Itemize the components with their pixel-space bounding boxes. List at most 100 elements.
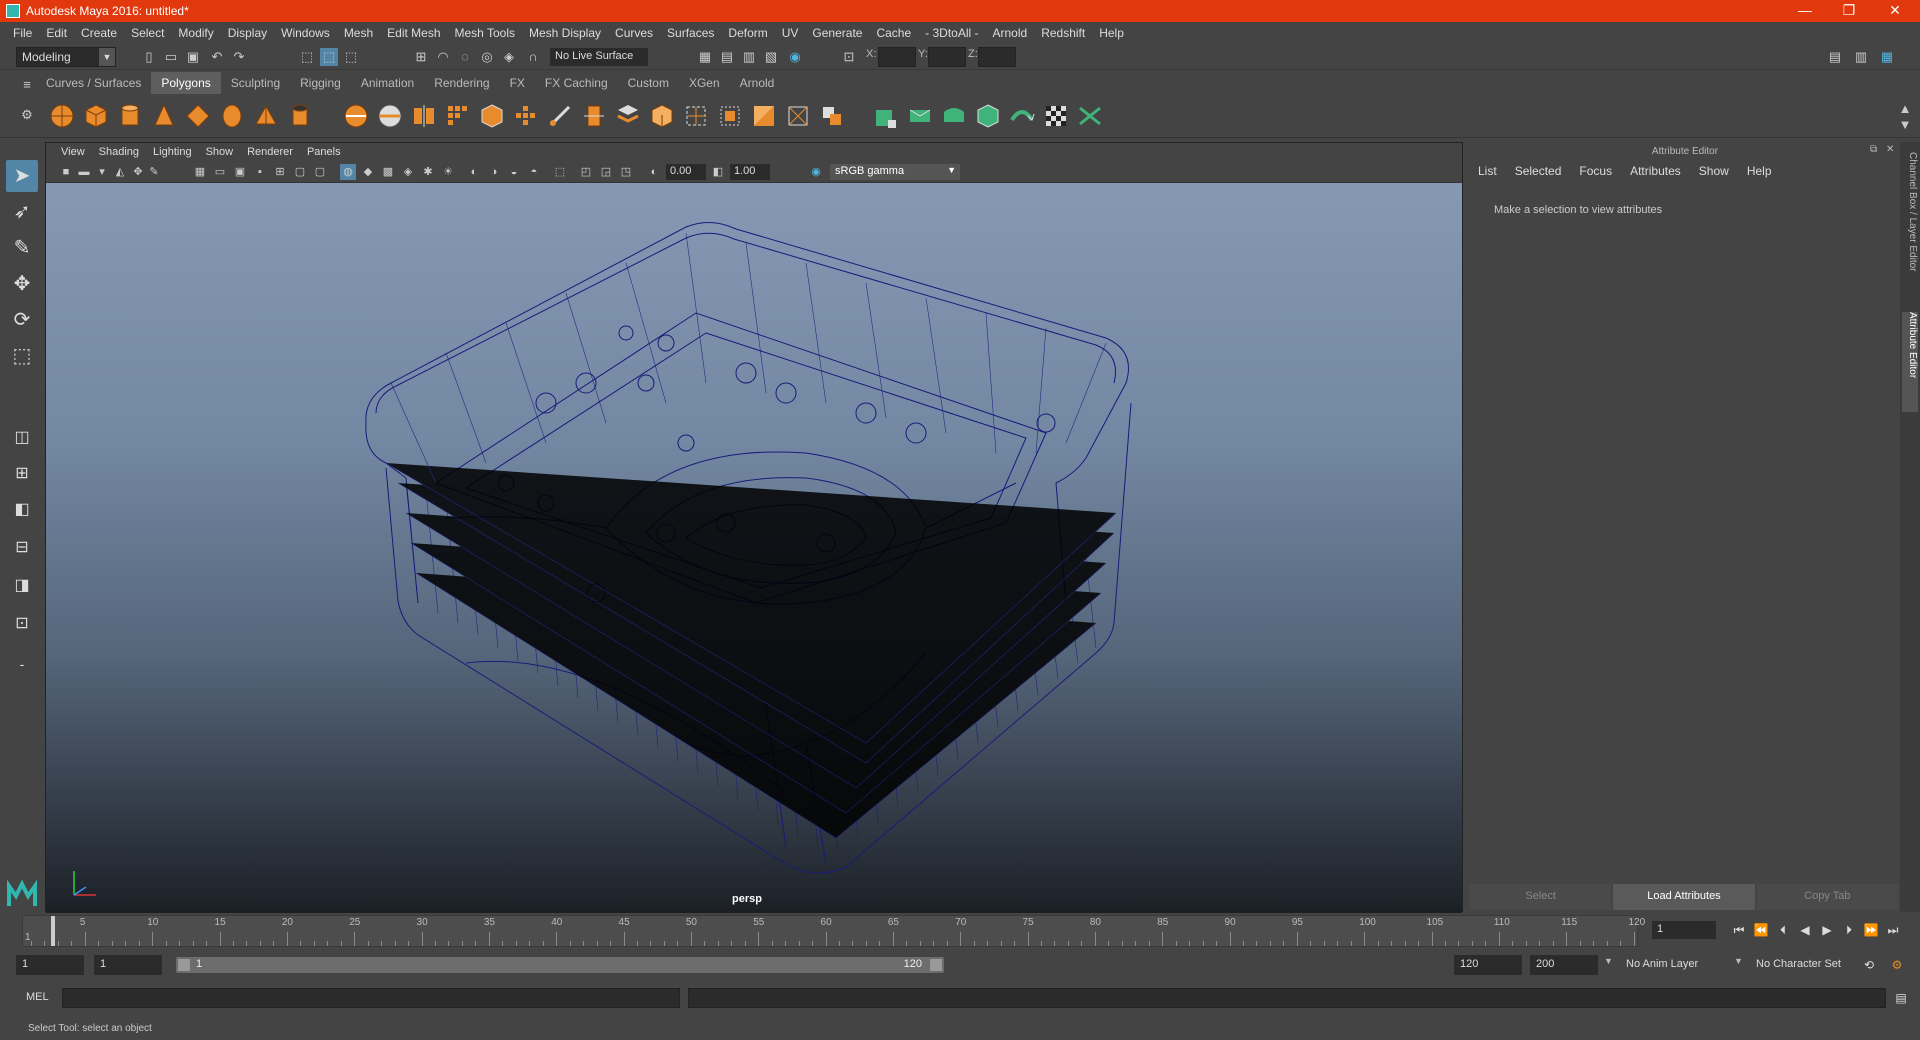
tab-rendering[interactable]: Rendering xyxy=(424,72,499,94)
chevron-down-icon[interactable]: ▼ xyxy=(1734,956,1743,966)
play-forwards-icon[interactable]: ▶ xyxy=(1818,921,1836,939)
tab-fx[interactable]: FX xyxy=(500,72,535,94)
open-scene-icon[interactable]: ▭ xyxy=(162,48,180,66)
exposure-field[interactable]: 0.00 xyxy=(666,164,706,180)
snap-view-icon[interactable]: ◎ xyxy=(478,48,496,66)
smooth-icon[interactable] xyxy=(444,102,472,130)
gate-mask-icon[interactable]: ▪ xyxy=(252,164,268,180)
tab-rigging[interactable]: Rigging xyxy=(290,72,351,94)
xray-icon[interactable]: ◰ xyxy=(578,164,594,180)
play-backwards-icon[interactable]: ◀ xyxy=(1796,921,1814,939)
render-sequence-icon[interactable]: ▤ xyxy=(718,48,736,66)
snap-curve-icon[interactable]: ◠ xyxy=(434,48,452,66)
screen-space-ao-icon[interactable]: ◐ xyxy=(466,164,482,180)
current-time-marker[interactable] xyxy=(51,916,55,946)
ipr-render-icon[interactable]: ▥ xyxy=(740,48,758,66)
close-button[interactable]: ✕ xyxy=(1872,0,1918,22)
motion-blur-icon[interactable]: ◑ xyxy=(486,164,502,180)
poly-torus-icon[interactable] xyxy=(184,102,212,130)
menu-uv[interactable]: UV xyxy=(782,26,799,40)
range-start-handle[interactable] xyxy=(178,959,190,971)
live-surface-field[interactable]: No Live Surface xyxy=(550,48,648,66)
undo-icon[interactable]: ↶ xyxy=(208,48,226,66)
mirror-icon[interactable] xyxy=(410,102,438,130)
menu-edit[interactable]: Edit xyxy=(46,26,67,40)
spherical-map-icon[interactable] xyxy=(906,102,934,130)
render-settings-icon[interactable]: ▧ xyxy=(762,48,780,66)
poly-cube-icon[interactable] xyxy=(82,102,110,130)
menu-select[interactable]: Select xyxy=(131,26,164,40)
scale-tool-icon[interactable]: ⬚ xyxy=(6,340,38,372)
character-set-dropdown[interactable]: No Character Set xyxy=(1750,955,1862,975)
poly-pyramid-icon[interactable] xyxy=(252,102,280,130)
poly-cone-icon[interactable] xyxy=(150,102,178,130)
field-chart-icon[interactable]: ⊞ xyxy=(272,164,288,180)
playback-start-field[interactable]: 1 xyxy=(94,955,162,975)
four-view-layout-icon[interactable]: ⊞ xyxy=(6,458,38,490)
2d-pan-zoom-icon[interactable]: ✥ xyxy=(130,164,146,180)
new-scene-icon[interactable]: ▯ xyxy=(140,48,158,66)
viewport-menu-panels[interactable]: Panels xyxy=(307,146,341,158)
menu-redshift[interactable]: Redshift xyxy=(1041,26,1085,40)
save-scene-icon[interactable]: ▣ xyxy=(184,48,202,66)
wireframe-on-shaded-icon[interactable]: ▩ xyxy=(380,164,396,180)
poly-sphere-icon[interactable] xyxy=(48,102,76,130)
menu-mesh-tools[interactable]: Mesh Tools xyxy=(455,26,515,40)
safe-action-icon[interactable]: ▢ xyxy=(292,164,308,180)
tab-polygons[interactable]: Polygons xyxy=(151,72,221,94)
append-polygon-icon[interactable] xyxy=(682,102,710,130)
tab-arnold[interactable]: Arnold xyxy=(730,72,785,94)
animation-start-field[interactable]: 1 xyxy=(16,955,84,975)
grid-icon[interactable]: ▦ xyxy=(192,164,208,180)
select-component-icon[interactable]: ⬚ xyxy=(342,48,360,66)
attr-menu-attributes[interactable]: Attributes xyxy=(1630,164,1681,178)
attr-menu-focus[interactable]: Focus xyxy=(1579,164,1612,178)
layout-uvs-icon[interactable] xyxy=(1076,102,1104,130)
bridge-icon[interactable] xyxy=(648,102,676,130)
script-editor-icon[interactable]: ▤ xyxy=(1892,989,1910,1007)
menu-mesh[interactable]: Mesh xyxy=(344,26,373,40)
attr-menu-list[interactable]: List xyxy=(1478,164,1497,178)
transform-mode-icon[interactable]: ⊡ xyxy=(840,48,858,66)
toolbox-collapse-icon[interactable]: - xyxy=(6,648,38,680)
multi-cut-icon[interactable] xyxy=(546,102,574,130)
wireframe-icon[interactable]: ◍ xyxy=(340,164,356,180)
fill-hole-icon[interactable] xyxy=(716,102,744,130)
film-gate-icon[interactable]: ▭ xyxy=(212,164,228,180)
resolution-gate-icon[interactable]: ▣ xyxy=(232,164,248,180)
merge-icon[interactable] xyxy=(750,102,778,130)
command-input[interactable] xyxy=(62,988,680,1008)
snap-point-icon[interactable]: ◌ xyxy=(456,48,474,66)
uv-editor-icon[interactable] xyxy=(974,102,1002,130)
channel-box-toggle-icon[interactable]: ▦ xyxy=(1878,48,1896,66)
viewport-menu-shading[interactable]: Shading xyxy=(99,146,139,158)
safe-title-icon[interactable]: ▢ xyxy=(312,164,328,180)
go-to-start-icon[interactable]: ⏮ xyxy=(1730,921,1748,939)
tab-attribute-editor[interactable]: Attribute Editor xyxy=(1902,312,1918,412)
menu-file[interactable]: File xyxy=(13,26,32,40)
outliner-persp-layout-icon[interactable]: ◨ xyxy=(6,570,38,602)
timeline-track[interactable]: 1 5 10 15 20 25 30 35 40 45 50 55 60 65 70 75 80 85 90 95 1… xyxy=(22,915,1645,947)
float-panel-icon[interactable]: ⧉ xyxy=(1870,144,1877,155)
attr-menu-show[interactable]: Show xyxy=(1699,164,1729,178)
anti-aliasing-icon[interactable]: ◒ xyxy=(506,164,522,180)
hypershade-layout-icon[interactable]: ⊡ xyxy=(6,608,38,640)
tab-xgen[interactable]: XGen xyxy=(679,72,730,94)
render-frame-icon[interactable]: ▦ xyxy=(696,48,714,66)
playback-end-field[interactable]: 120 xyxy=(1454,955,1522,975)
gamma-icon[interactable]: ◧ xyxy=(710,164,726,180)
range-end-handle[interactable] xyxy=(930,959,942,971)
poly-plane-icon[interactable] xyxy=(218,102,246,130)
tab-channel-box[interactable]: Channel Box / Layer Editor xyxy=(1902,152,1918,302)
menu-surfaces[interactable]: Surfaces xyxy=(667,26,714,40)
persp-graph-layout-icon[interactable]: ⊟ xyxy=(6,532,38,564)
bevel-icon[interactable] xyxy=(614,102,642,130)
shelf-menu-icon[interactable]: ≡ xyxy=(18,76,36,94)
step-back-key-icon[interactable]: ⏪ xyxy=(1752,921,1770,939)
animation-preferences-icon[interactable]: ⚙ xyxy=(1888,956,1906,974)
attr-menu-help[interactable]: Help xyxy=(1747,164,1772,178)
viewport-menu-lighting[interactable]: Lighting xyxy=(153,146,192,158)
booleans-icon[interactable] xyxy=(512,102,540,130)
separate-icon[interactable] xyxy=(376,102,404,130)
animation-end-field[interactable]: 200 xyxy=(1530,955,1598,975)
